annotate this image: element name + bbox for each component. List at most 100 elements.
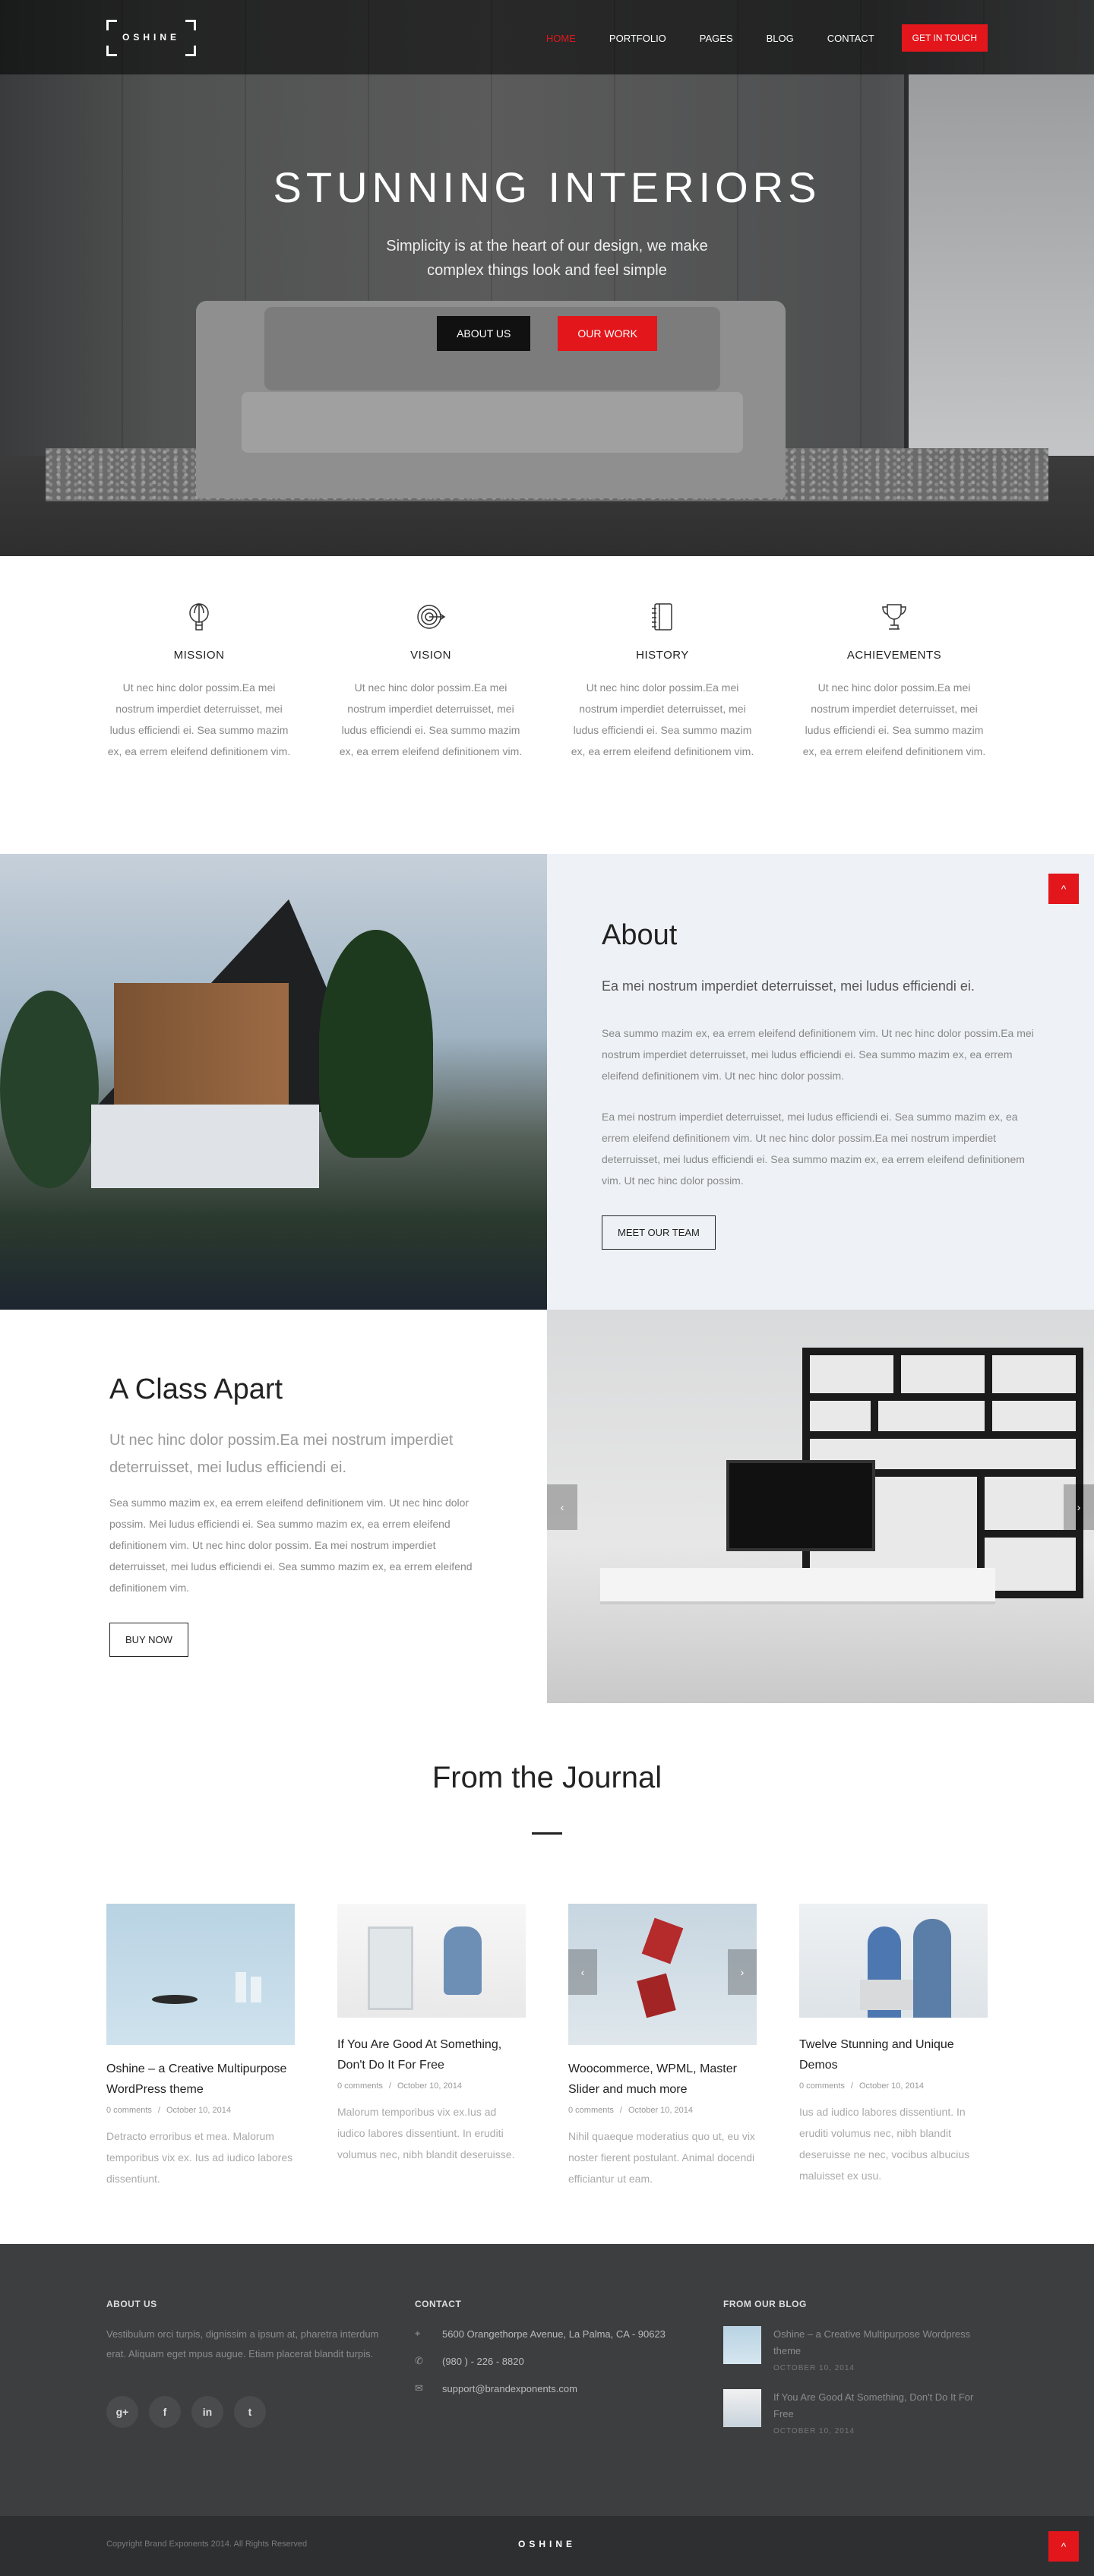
- post-excerpt: Ius ad iudico labores dissentiunt. In er…: [799, 2106, 970, 2182]
- feature-achievements: ACHIEVEMENTS Ut nec hinc dolor possim.Ea…: [798, 602, 990, 762]
- footer-about-text: Vestibulum orci turpis, dignissim a ipsu…: [106, 2328, 379, 2359]
- tv-image: [726, 1460, 875, 1551]
- our-work-button[interactable]: OUR WORK: [558, 316, 657, 351]
- footer-blog-title-link[interactable]: Oshine – a Creative Multipurpose Wordpre…: [773, 2326, 989, 2359]
- journal-divider: [532, 1832, 562, 1835]
- post-date[interactable]: October 10, 2014: [628, 2106, 693, 2115]
- post-excerpt: Nihil quaeque moderatius quo ut, eu vix …: [568, 2130, 755, 2185]
- post-excerpt: Malorum temporibus vix ex.Ius ad iudico …: [337, 2106, 515, 2160]
- feature-vision: VISION Ut nec hinc dolor possim.Ea mei n…: [335, 602, 526, 762]
- post-comments[interactable]: 0 comments: [799, 2081, 845, 2091]
- back-to-top-button[interactable]: ^: [1048, 2531, 1079, 2562]
- about-lead: Ea mei nostrum imperdiet deterruisset, m…: [602, 978, 975, 994]
- hero-subtitle: Simplicity is at the heart of our design…: [386, 238, 708, 279]
- address-text: 5600 Orangethorpe Avenue, La Palma, CA -…: [442, 2328, 666, 2340]
- slider-prev-button[interactable]: ‹: [547, 1484, 577, 1530]
- post-meta: 0 comments / October 10, 2014: [337, 2081, 462, 2091]
- feature-text: Ut nec hinc dolor possim.Ea mei nostrum …: [571, 681, 754, 757]
- envelope-icon: ✉: [415, 2382, 423, 2394]
- phone-text[interactable]: (980 ) - 226 - 8820: [442, 2356, 524, 2367]
- blog-post: If You Are Good At Something, Don't Do I…: [337, 1904, 526, 2165]
- site-footer: ABOUT US Vestibulum orci turpis, digniss…: [0, 2244, 1094, 2516]
- hero-buttons: ABOUT US OUR WORK: [0, 316, 1094, 351]
- class-apart-title: A Class Apart: [109, 1373, 283, 1405]
- hero-window: [904, 74, 1094, 500]
- class-apart-paragraph: Sea summo mazim ex, ea errem eleifend de…: [109, 1497, 473, 1594]
- post-date[interactable]: October 10, 2014: [397, 2081, 462, 2091]
- footer-logo[interactable]: OSHINE: [0, 2539, 1094, 2549]
- blog-post: Twelve Stunning and Unique Demos 0 comme…: [799, 1904, 988, 2186]
- nav-pages[interactable]: PAGES: [700, 33, 733, 44]
- post-image[interactable]: [799, 1904, 988, 2018]
- notebook-icon: [647, 602, 678, 632]
- footer-contact: CONTACT ⌖ 5600 Orangethorpe Avenue, La P…: [415, 2299, 688, 2394]
- meet-our-team-button[interactable]: MEET OUR TEAM: [602, 1215, 716, 1250]
- post-image[interactable]: [106, 1904, 295, 2045]
- footer-blog-date: OCTOBER 10, 2014: [773, 2364, 855, 2372]
- bottom-bar: Copyright Brand Exponents 2014. All Righ…: [0, 2516, 1094, 2576]
- nav-contact[interactable]: CONTACT: [827, 33, 874, 44]
- facebook-icon[interactable]: f: [149, 2396, 181, 2428]
- journal-title: From the Journal: [432, 1761, 662, 1794]
- feature-mission: MISSION Ut nec hinc dolor possim.Ea mei …: [103, 602, 295, 762]
- footer-about: ABOUT US Vestibulum orci turpis, digniss…: [106, 2299, 380, 2428]
- feature-title: HISTORY: [636, 649, 689, 662]
- post-slider-next[interactable]: ›: [728, 1949, 757, 1995]
- scroll-up-button[interactable]: ^: [1048, 874, 1079, 904]
- footer-about-title: ABOUT US: [106, 2299, 157, 2309]
- post-title[interactable]: Oshine – a Creative Multipurpose WordPre…: [106, 2059, 295, 2100]
- main-nav: HOME PORTFOLIO PAGES BLOG CONTACT GET IN…: [513, 24, 988, 52]
- about-section: ^ About Ea mei nostrum imperdiet deterru…: [0, 854, 1094, 1310]
- contact-email: ✉ support@brandexponents.com: [415, 2382, 688, 2394]
- slider-next-button[interactable]: ›: [1064, 1484, 1094, 1530]
- footer-blog-thumb[interactable]: [723, 2326, 761, 2364]
- feature-text: Ut nec hinc dolor possim.Ea mei nostrum …: [107, 681, 291, 757]
- post-image[interactable]: ‹ ›: [568, 1904, 757, 2045]
- post-meta: 0 comments / October 10, 2014: [799, 2081, 924, 2091]
- email-text[interactable]: support@brandexponents.com: [442, 2383, 577, 2394]
- post-comments[interactable]: 0 comments: [106, 2106, 152, 2115]
- google-plus-icon[interactable]: g+: [106, 2396, 138, 2428]
- class-apart-lead: Ut nec hinc dolor possim.Ea mei nostrum …: [109, 1432, 454, 1476]
- post-comments[interactable]: 0 comments: [568, 2106, 614, 2115]
- about-us-button[interactable]: ABOUT US: [437, 316, 531, 351]
- post-image[interactable]: [337, 1904, 526, 2018]
- about-paragraph-1: Sea summo mazim ex, ea errem eleifend de…: [602, 1027, 1034, 1082]
- nav-portfolio[interactable]: PORTFOLIO: [609, 33, 666, 44]
- footer-blog-thumb[interactable]: [723, 2389, 761, 2427]
- feature-title: VISION: [410, 649, 451, 662]
- post-title[interactable]: Twelve Stunning and Unique Demos: [799, 2034, 988, 2075]
- tv-console: [600, 1568, 995, 1601]
- footer-blog-item[interactable]: Oshine – a Creative Multipurpose Wordpre…: [723, 2326, 989, 2372]
- site-header: OSHINE HOME PORTFOLIO PAGES BLOG CONTACT…: [0, 0, 1094, 74]
- logo-text: OSHINE: [122, 32, 180, 43]
- footer-blog-title-link[interactable]: If You Are Good At Something, Don't Do I…: [773, 2389, 989, 2423]
- about-paragraph-2: Ea mei nostrum imperdiet deterruisset, m…: [602, 1111, 1025, 1187]
- location-pin-icon: ⌖: [415, 2328, 421, 2339]
- buy-now-button[interactable]: BUY NOW: [109, 1623, 188, 1657]
- features-section: MISSION Ut nec hinc dolor possim.Ea mei …: [0, 556, 1094, 854]
- about-panel: ^ About Ea mei nostrum imperdiet deterru…: [547, 854, 1094, 1310]
- post-meta: 0 comments / October 10, 2014: [568, 2106, 693, 2115]
- footer-blog-item[interactable]: If You Are Good At Something, Don't Do I…: [723, 2389, 989, 2435]
- footer-blog-date: OCTOBER 10, 2014: [773, 2427, 855, 2435]
- post-title[interactable]: If You Are Good At Something, Don't Do I…: [337, 2034, 526, 2075]
- social-links: g+ f in t: [106, 2396, 380, 2428]
- twitter-icon[interactable]: t: [234, 2396, 266, 2428]
- linkedin-icon[interactable]: in: [191, 2396, 223, 2428]
- post-title[interactable]: Woocommerce, WPML, Master Slider and muc…: [568, 2059, 757, 2100]
- get-in-touch-button[interactable]: GET IN TOUCH: [901, 24, 988, 52]
- site-logo[interactable]: OSHINE: [106, 20, 196, 56]
- post-comments[interactable]: 0 comments: [337, 2081, 383, 2091]
- footer-blog-title: FROM OUR BLOG: [723, 2299, 807, 2309]
- hero-section: STUNNING INTERIORS Simplicity is at the …: [0, 0, 1094, 556]
- contact-address: ⌖ 5600 Orangethorpe Avenue, La Palma, CA…: [415, 2328, 688, 2340]
- post-slider-prev[interactable]: ‹: [568, 1949, 597, 1995]
- target-icon: [416, 602, 446, 632]
- hero-title: STUNNING INTERIORS: [273, 163, 821, 211]
- post-date[interactable]: October 10, 2014: [859, 2081, 924, 2091]
- nav-home[interactable]: HOME: [546, 33, 576, 44]
- post-date[interactable]: October 10, 2014: [166, 2106, 231, 2115]
- nav-blog[interactable]: BLOG: [767, 33, 794, 44]
- feature-text: Ut nec hinc dolor possim.Ea mei nostrum …: [802, 681, 986, 757]
